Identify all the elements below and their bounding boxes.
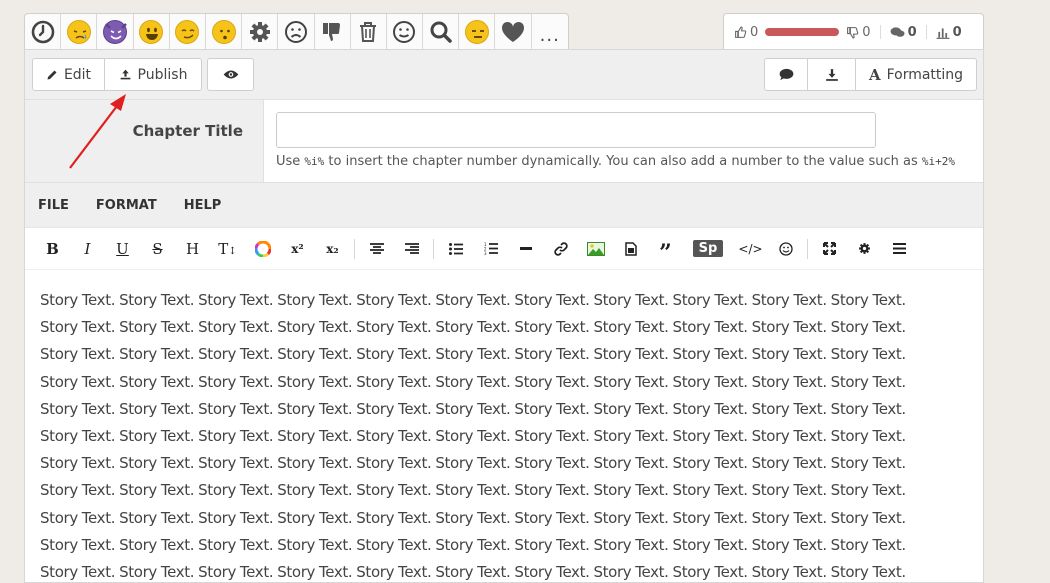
grinning-face-icon[interactable] [134, 14, 170, 50]
align-right-icon[interactable] [394, 234, 429, 264]
editor-actions: Edit Publish A Formatting [25, 50, 983, 100]
toolbar-divider [807, 238, 808, 259]
bold-button[interactable]: B [35, 234, 70, 264]
story-line: Story Text. Story Text. Story Text. Stor… [40, 427, 906, 446]
subscript-button[interactable]: x₂ [315, 234, 350, 264]
toolbar-divider [433, 238, 434, 259]
comments-count: 0 [907, 24, 917, 40]
eye-icon [223, 70, 238, 79]
divider [925, 25, 927, 39]
spellcheck-button[interactable]: Sp [683, 234, 733, 264]
story-line: Story Text. Story Text. Story Text. Stor… [40, 345, 906, 364]
story-line: Story Text. Story Text. Story Text. Stor… [40, 535, 906, 554]
story-stats: 0 0 0 0 [723, 13, 984, 50]
rating-bar [765, 28, 840, 36]
search-icon[interactable] [423, 14, 460, 50]
views-count: 0 [952, 24, 962, 40]
pencil-icon [47, 70, 57, 79]
chapter-title-label: Chapter Title [25, 100, 264, 182]
editor-toolbar: B I U S H T↕ x² x₂ 123 ” Sp </> [25, 228, 983, 270]
image-icon[interactable] [578, 234, 613, 264]
heart-icon[interactable] [495, 14, 532, 50]
italic-button[interactable]: I [70, 234, 105, 264]
comment-button[interactable] [764, 58, 808, 91]
thumbs-down-icon[interactable] [315, 14, 351, 50]
superscript-button[interactable]: x² [280, 234, 315, 264]
menu-format[interactable]: FORMAT [96, 198, 157, 213]
horizontal-rule-icon[interactable] [508, 234, 543, 264]
smirking-face-icon[interactable] [170, 14, 206, 50]
expressionless-face-icon[interactable] [459, 14, 496, 50]
likes-count: 0 [750, 24, 759, 40]
strikethrough-button[interactable]: S [140, 234, 175, 264]
quote-icon[interactable]: ” [648, 234, 683, 264]
editor-menu-bar: FILE FORMAT HELP [25, 183, 983, 228]
comments-icon [890, 26, 905, 37]
menu-help[interactable]: HELP [184, 198, 222, 213]
color-wheel-icon[interactable] [245, 234, 280, 264]
story-text-area[interactable]: Story Text. Story Text. Story Text. Stor… [25, 270, 983, 583]
font-icon: A [868, 65, 881, 84]
bar-chart-icon [936, 27, 950, 39]
menu-file[interactable]: FILE [38, 198, 69, 213]
toolbar-divider [354, 238, 355, 259]
speech-bubble-icon [779, 68, 793, 81]
chapter-title-row: Chapter Title Use %i% to insert the chap… [25, 100, 983, 183]
chapter-title-field: Use %i% to insert the chapter number dyn… [264, 100, 983, 182]
story-line: Story Text. Story Text. Story Text. Stor… [40, 399, 906, 418]
more-icon[interactable]: ... [532, 14, 568, 50]
emoji-bar: ... [24, 13, 569, 50]
edit-button[interactable]: Edit [32, 58, 105, 91]
file-icon[interactable] [613, 234, 648, 264]
text-size-button[interactable]: T↕ [210, 234, 245, 264]
story-line: Story Text. Story Text. Story Text. Stor… [40, 454, 906, 473]
chapter-title-input[interactable] [276, 112, 876, 148]
clock-icon[interactable] [25, 14, 62, 50]
download-button[interactable] [807, 58, 856, 91]
hushed-face-icon[interactable] [206, 14, 243, 50]
views-stat[interactable]: 0 [936, 25, 962, 40]
menu-icon[interactable] [882, 234, 917, 264]
thumbs-down-icon [847, 26, 859, 38]
dislikes-count: 0 [862, 24, 871, 40]
svg-text:3: 3 [484, 251, 487, 255]
story-line: Story Text. Story Text. Story Text. Stor… [40, 508, 906, 527]
story-line: Story Text. Story Text. Story Text. Stor… [40, 481, 906, 500]
likes-stat[interactable]: 0 [734, 25, 758, 40]
frowning-face-icon[interactable] [278, 14, 315, 50]
numbered-list-icon[interactable]: 123 [473, 234, 508, 264]
download-icon [825, 68, 838, 81]
trash-icon[interactable] [351, 14, 387, 50]
fullscreen-icon[interactable] [812, 234, 847, 264]
sleepy-face-icon[interactable] [61, 14, 98, 50]
settings-icon[interactable] [847, 234, 882, 264]
bullet-list-icon[interactable] [438, 234, 473, 264]
preview-button[interactable] [207, 58, 254, 91]
story-line: Story Text. Story Text. Story Text. Stor… [40, 372, 906, 391]
link-icon[interactable] [543, 234, 578, 264]
editor-panel: Edit Publish A Formatting Chapter Title … [24, 49, 984, 583]
dislikes-stat[interactable]: 0 [846, 24, 871, 40]
smiley-icon[interactable] [768, 234, 803, 264]
heading-button[interactable]: H [175, 234, 210, 264]
story-line: Story Text. Story Text. Story Text. Stor… [40, 563, 906, 582]
align-center-icon[interactable] [359, 234, 394, 264]
story-line: Story Text. Story Text. Story Text. Stor… [40, 291, 906, 309]
formatting-button[interactable]: A Formatting [855, 58, 977, 91]
neutral-face-icon[interactable] [387, 14, 424, 50]
smiling-devil-icon[interactable] [97, 14, 134, 50]
thumbs-up-icon [735, 26, 747, 38]
story-line: Story Text. Story Text. Story Text. Stor… [40, 318, 906, 337]
upload-icon [120, 69, 130, 80]
chapter-title-hint: Use %i% to insert the chapter number dyn… [276, 154, 956, 169]
code-icon[interactable]: </> [733, 234, 768, 264]
gear-icon[interactable] [242, 14, 279, 50]
underline-button[interactable]: U [105, 234, 140, 264]
comments-stat[interactable]: 0 [890, 25, 917, 40]
publish-button[interactable]: Publish [104, 58, 202, 91]
divider [879, 25, 881, 39]
